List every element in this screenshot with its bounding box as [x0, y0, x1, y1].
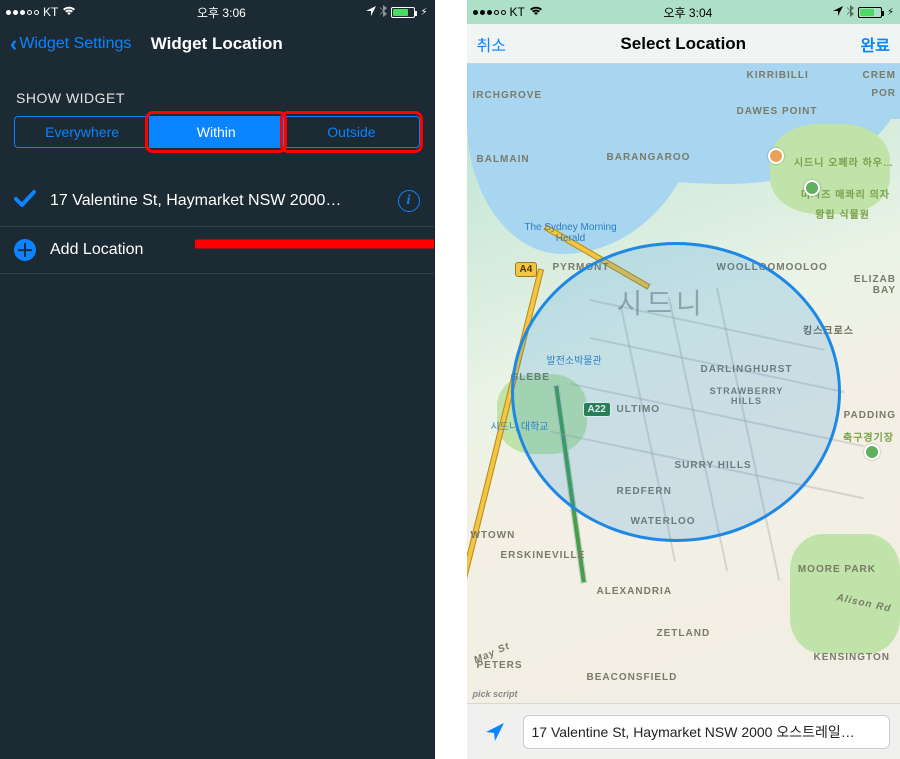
highway-shield-a4: A4 — [515, 262, 538, 277]
map-label: ERSKINEVILLE — [501, 550, 586, 561]
map-label: ALEXANDRIA — [597, 586, 673, 597]
map-label: 시드니 오페라 하우… — [794, 154, 894, 169]
map-label: ELIZAB BAY — [846, 274, 896, 296]
right-phone: KT 오후 3:04 ⚡︎ 취소 Select Location 완료 — [467, 0, 900, 759]
chevron-left-icon: ‹ — [10, 33, 17, 55]
map-bottom-bar: 17 Valentine St, Haymarket NSW 2000 오스트레… — [467, 703, 900, 759]
status-bar: KT 오후 3:04 ⚡︎ — [467, 0, 900, 24]
charging-icon: ⚡︎ — [887, 7, 894, 18]
map-label: PADDING — [844, 410, 896, 421]
battery-icon — [391, 7, 415, 18]
location-search-input[interactable]: 17 Valentine St, Haymarket NSW 2000 오스트레… — [523, 715, 891, 749]
map-label: KIRRIBILLI — [747, 70, 809, 81]
wifi-icon — [529, 5, 543, 19]
map-label: 축구경기장 — [843, 429, 894, 444]
battery-icon — [858, 7, 882, 18]
page-title: Select Location — [467, 34, 900, 54]
segment-outside[interactable]: Outside — [283, 117, 418, 147]
signal-dots-icon — [473, 10, 506, 15]
location-arrow-icon — [366, 5, 376, 19]
map-label: MOORE PARK — [798, 564, 876, 575]
bluetooth-icon — [380, 5, 387, 20]
location-arrow-icon — [833, 5, 843, 19]
charging-icon: ⚡︎ — [420, 7, 427, 18]
map-label: 왕립 식물원 — [815, 206, 870, 221]
clock-label: 오후 3:04 — [664, 4, 713, 21]
done-button[interactable]: 완료 — [861, 32, 890, 56]
segment-everywhere[interactable]: Everywhere — [15, 117, 149, 147]
signal-dots-icon — [6, 10, 39, 15]
location-address: 17 Valentine St, Haymarket NSW 2000… — [50, 192, 384, 210]
map-view[interactable]: KIRRIBILLI CREM POR IRCHGROVE DAWES POIN… — [467, 64, 900, 759]
map-label: The Sydney Morning Herald — [521, 222, 621, 244]
info-icon[interactable]: i — [398, 190, 420, 212]
poi-stadium-icon — [864, 444, 880, 460]
map-label: IRCHGROVE — [473, 90, 543, 101]
add-location-label: Add Location — [50, 241, 420, 259]
wifi-icon — [62, 5, 76, 19]
carrier-label: KT — [43, 5, 58, 19]
section-label: SHOW WIDGET — [0, 64, 434, 116]
cancel-button[interactable]: 취소 — [477, 32, 506, 56]
map-attribution: pick script — [473, 689, 518, 699]
status-bar: KT 오후 3:06 ⚡︎ — [0, 0, 434, 24]
map-label: BEACONSFIELD — [587, 672, 678, 683]
current-location-button[interactable] — [477, 714, 513, 750]
plus-circle-icon: ＋ — [14, 239, 36, 261]
map-label: DAWES POINT — [737, 106, 818, 117]
phone-gap — [435, 0, 467, 759]
show-widget-segment[interactable]: Everywhere Within Outside — [14, 116, 420, 148]
map-label: CREM — [863, 70, 896, 81]
add-location-row[interactable]: ＋ Add Location — [0, 227, 434, 274]
carrier-label: KT — [510, 5, 525, 19]
segment-within[interactable]: Within — [149, 117, 283, 147]
clock-label: 오후 3:06 — [197, 4, 246, 21]
map-label: BALMAIN — [477, 154, 530, 165]
poi-chair-icon — [804, 180, 820, 196]
bluetooth-icon — [847, 5, 854, 20]
map-label: POR — [871, 88, 896, 99]
check-icon — [14, 188, 36, 214]
map-label: KENSINGTON — [814, 652, 891, 663]
geofence-circle[interactable] — [511, 242, 841, 542]
back-label: Widget Settings — [19, 35, 131, 53]
back-button[interactable]: ‹ Widget Settings — [10, 33, 131, 55]
location-row[interactable]: 17 Valentine St, Haymarket NSW 2000… i — [0, 176, 434, 227]
search-value: 17 Valentine St, Haymarket NSW 2000 오스트레… — [532, 722, 855, 742]
nav-bar: ‹ Widget Settings Widget Location — [0, 24, 434, 64]
left-phone: KT 오후 3:06 ⚡︎ ‹ Widget Settings Widget L… — [0, 0, 435, 759]
map-label: WTOWN — [471, 530, 516, 541]
map-label: ZETLAND — [657, 628, 711, 639]
nav-bar: 취소 Select Location 완료 — [467, 24, 900, 64]
map-label: BARANGAROO — [607, 152, 691, 163]
poi-opera-icon — [768, 148, 784, 164]
